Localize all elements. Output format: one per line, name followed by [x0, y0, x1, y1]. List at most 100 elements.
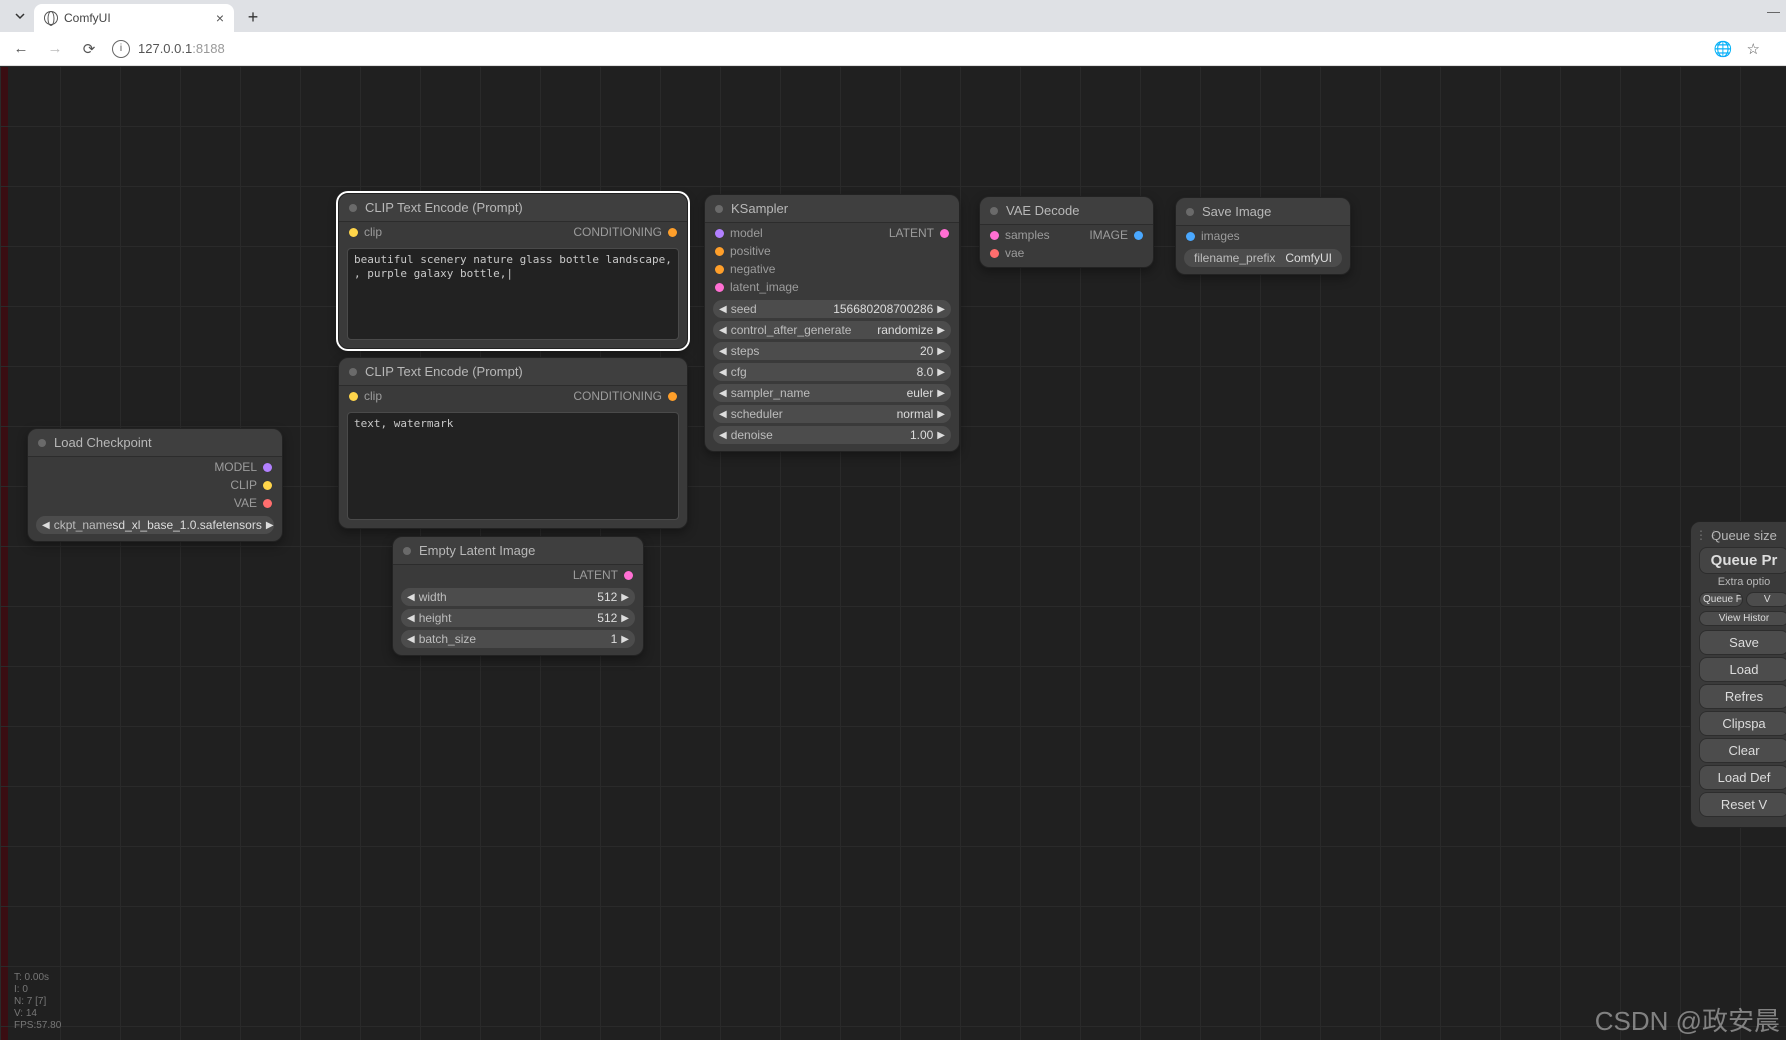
output-conditioning[interactable]: CONDITIONING — [573, 389, 677, 403]
input-clip[interactable]: clip — [349, 225, 382, 239]
input-negative[interactable]: negative — [715, 262, 799, 276]
node-empty-latent-image[interactable]: Empty Latent Image LATENT ◀width512▶ ◀hei… — [392, 536, 644, 656]
collapse-dot-icon[interactable] — [990, 207, 998, 215]
toolbar: ← → ⟳ i 127.0.0.1:8188 🌐 ☆ — [0, 32, 1786, 66]
extra-options-label[interactable]: Extra optio — [1699, 576, 1786, 588]
node-clip-text-encode-prompt[interactable]: CLIP Text Encode (Prompt) clip CONDITION… — [338, 193, 688, 349]
input-images[interactable]: images — [1186, 229, 1240, 243]
widget-batch_size[interactable]: ◀batch_size1▶ — [401, 630, 635, 648]
node-vae-decode[interactable]: VAE Decode samplesvae IMAGE — [979, 196, 1154, 268]
chevron-left-icon: ◀ — [407, 634, 415, 645]
clear-button[interactable]: Clear — [1699, 738, 1786, 763]
chevron-right-icon: ▶ — [937, 367, 945, 378]
chevron-left-icon: ◀ — [42, 520, 50, 531]
translate-icon[interactable]: 🌐 — [1714, 40, 1733, 58]
collapse-dot-icon[interactable] — [349, 204, 357, 212]
chevron-left-icon: ◀ — [407, 613, 415, 624]
address-bar[interactable]: i 127.0.0.1:8188 — [112, 40, 1702, 58]
control-panel[interactable]: ⋮⋮ Queue size Queue Pr Extra optio Queue… — [1690, 521, 1786, 828]
input-latent_image[interactable]: latent_image — [715, 280, 799, 294]
chevron-right-icon: ▶ — [621, 634, 629, 645]
reload-button[interactable]: ⟳ — [78, 38, 100, 60]
widget-control_after_generate[interactable]: ◀control_after_generaterandomize▶ — [713, 321, 951, 339]
output-clip[interactable]: CLIP — [214, 478, 272, 492]
node-load-checkpoint[interactable]: Load Checkpoint MODEL CLIP VAE ◀ckpt_nam… — [27, 428, 283, 542]
collapse-dot-icon[interactable] — [715, 205, 723, 213]
browser-tab[interactable]: ComfyUI × — [34, 4, 234, 32]
output-latent[interactable]: LATENT — [889, 226, 949, 240]
node-title: CLIP Text Encode (Prompt) — [365, 200, 523, 215]
pin-icon — [624, 571, 633, 580]
view-history-button[interactable]: View Histor — [1699, 611, 1786, 626]
widget-height[interactable]: ◀height512▶ — [401, 609, 635, 627]
new-tab-button[interactable]: + — [240, 4, 266, 30]
chevron-right-icon: ▶ — [937, 409, 945, 420]
close-icon[interactable]: × — [216, 10, 224, 26]
input-clip[interactable]: clip — [349, 389, 382, 403]
refresh-button[interactable]: Refres — [1699, 684, 1786, 709]
node-canvas[interactable]: Load Checkpoint MODEL CLIP VAE ◀ckpt_nam… — [0, 66, 1786, 1040]
reset-view-button[interactable]: Reset V — [1699, 792, 1786, 817]
widget-width[interactable]: ◀width512▶ — [401, 588, 635, 606]
widget-denoise[interactable]: ◀denoise1.00▶ — [713, 426, 951, 444]
clipspace-button[interactable]: Clipspa — [1699, 711, 1786, 736]
drag-handle-icon[interactable]: ⋮⋮ — [1695, 528, 1721, 542]
widget-scheduler[interactable]: ◀schedulernormal▶ — [713, 405, 951, 423]
widget-seed[interactable]: ◀seed156680208700286▶ — [713, 300, 951, 318]
node-ksampler[interactable]: KSampler modelpositivenegativelatent_ima… — [704, 194, 960, 452]
tab-title: ComfyUI — [64, 11, 111, 25]
pin-icon — [1186, 232, 1195, 241]
chevron-right-icon: ▶ — [266, 520, 274, 531]
chevron-left-icon: ◀ — [719, 367, 727, 378]
chevron-left-icon: ◀ — [719, 325, 727, 336]
collapse-dot-icon[interactable] — [1186, 208, 1194, 216]
widget-cfg[interactable]: ◀cfg8.0▶ — [713, 363, 951, 381]
input-model[interactable]: model — [715, 226, 799, 240]
widget-steps[interactable]: ◀steps20▶ — [713, 342, 951, 360]
pin-icon — [668, 228, 677, 237]
pin-icon — [990, 231, 999, 240]
output-model[interactable]: MODEL — [214, 460, 272, 474]
output-vae[interactable]: VAE — [214, 496, 272, 510]
input-samples[interactable]: samples — [990, 228, 1050, 242]
output-image[interactable]: IMAGE — [1089, 228, 1143, 242]
node-save-image[interactable]: Save Image images filename_prefixComfyUI — [1175, 197, 1351, 275]
forward-button[interactable]: → — [44, 38, 66, 60]
input-vae[interactable]: vae — [990, 246, 1050, 260]
info-icon[interactable]: i — [112, 40, 130, 58]
output-latent[interactable]: LATENT — [573, 568, 633, 582]
chevron-left-icon: ◀ — [407, 592, 415, 603]
node-title: Empty Latent Image — [419, 543, 535, 558]
input-positive[interactable]: positive — [715, 244, 799, 258]
widget-filename-prefix[interactable]: filename_prefixComfyUI — [1184, 249, 1342, 267]
minimize-button[interactable]: — — [1767, 4, 1780, 19]
pin-icon — [668, 392, 677, 401]
node-title: Save Image — [1202, 204, 1271, 219]
tab-bar: ComfyUI × + — — [0, 0, 1786, 32]
widget-ckpt-name[interactable]: ◀ckpt_namesd_xl_base_1.0.safetensors▶ — [36, 516, 274, 534]
back-button[interactable]: ← — [10, 38, 32, 60]
collapse-dot-icon[interactable] — [403, 547, 411, 555]
pin-icon — [990, 249, 999, 258]
chevron-right-icon: ▶ — [937, 346, 945, 357]
collapse-dot-icon[interactable] — [349, 368, 357, 376]
bookmark-icon[interactable]: ☆ — [1747, 40, 1760, 58]
load-default-button[interactable]: Load Def — [1699, 765, 1786, 790]
prompt-textarea[interactable]: beautiful scenery nature glass bottle la… — [347, 248, 679, 340]
collapse-dot-icon[interactable] — [38, 439, 46, 447]
node-clip-text-encode-negative[interactable]: CLIP Text Encode (Prompt) clip CONDITION… — [338, 357, 688, 529]
pin-icon — [263, 481, 272, 490]
widget-sampler_name[interactable]: ◀sampler_nameeuler▶ — [713, 384, 951, 402]
load-button[interactable]: Load — [1699, 657, 1786, 682]
chevron-right-icon: ▶ — [937, 325, 945, 336]
queue-prompt-button[interactable]: Queue Pr — [1699, 547, 1786, 574]
view-queue-button[interactable]: V — [1746, 592, 1786, 607]
queue-front-button[interactable]: Queue Front — [1699, 592, 1743, 607]
pin-icon — [263, 463, 272, 472]
tabs-dropdown[interactable] — [8, 4, 32, 28]
prompt-textarea[interactable]: text, watermark — [347, 412, 679, 520]
output-conditioning[interactable]: CONDITIONING — [573, 225, 677, 239]
save-button[interactable]: Save — [1699, 630, 1786, 655]
watermark: CSDN @政安晨 — [1595, 1001, 1780, 1038]
pin-icon — [1134, 231, 1143, 240]
